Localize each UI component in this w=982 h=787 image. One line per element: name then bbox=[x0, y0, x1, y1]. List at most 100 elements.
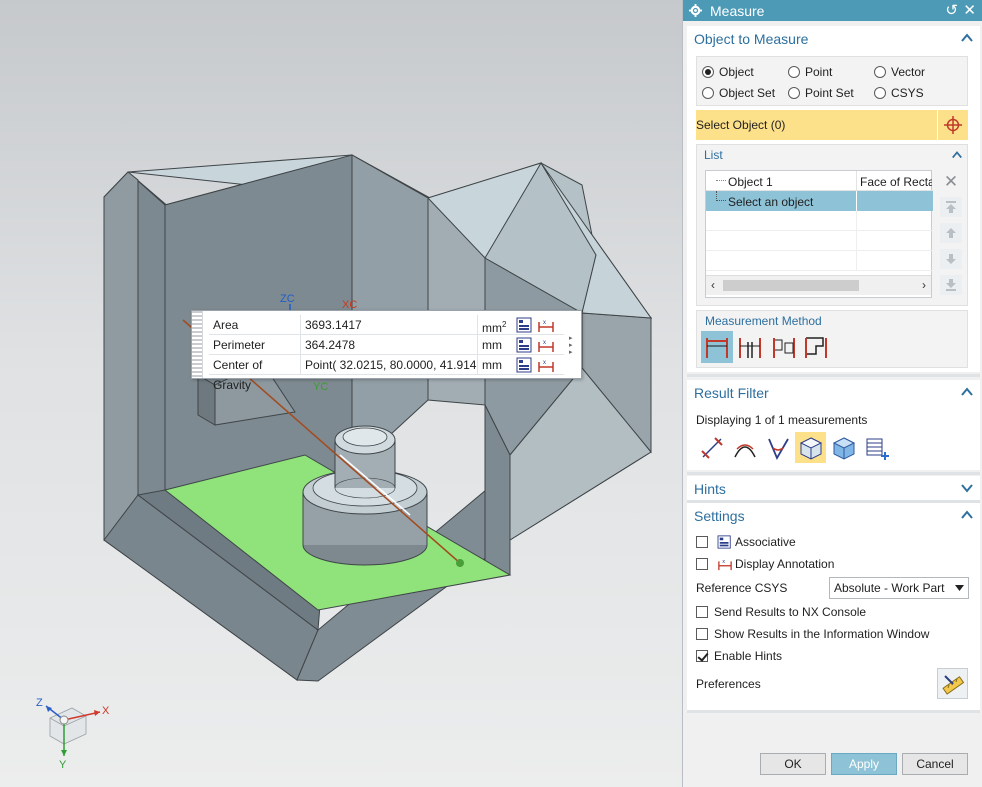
radio-label: Object bbox=[719, 65, 754, 79]
send-results-option[interactable]: Send Results to NX Console bbox=[696, 605, 866, 619]
method-min-clearance-button[interactable] bbox=[801, 332, 831, 362]
chevron-up-icon[interactable] bbox=[960, 31, 974, 45]
triad-y-label: Y bbox=[59, 759, 67, 770]
radio-button[interactable] bbox=[874, 87, 886, 99]
measurement-method-label: Measurement Method bbox=[705, 314, 822, 328]
hints-section: Hints bbox=[687, 476, 980, 500]
filter-area-button[interactable] bbox=[795, 432, 826, 463]
dialog-titlebar[interactable]: Measure ↺ ✕ bbox=[683, 0, 982, 21]
method-distance-button[interactable] bbox=[701, 331, 733, 363]
chevron-up-icon[interactable] bbox=[951, 149, 963, 161]
section-header-object-to-measure[interactable]: Object to Measure bbox=[687, 26, 980, 52]
move-to-top-button[interactable] bbox=[940, 197, 962, 217]
associative-checkbox[interactable] bbox=[696, 536, 708, 548]
method-screen-distance-button[interactable] bbox=[769, 332, 799, 362]
close-icon: ✕ bbox=[943, 172, 959, 191]
cancel-button[interactable]: Cancel bbox=[902, 753, 968, 775]
radio-object-set[interactable]: Object Set bbox=[702, 86, 775, 100]
horizontal-scrollbar[interactable]: ‹ › bbox=[706, 275, 931, 295]
filter-volume-button[interactable] bbox=[828, 432, 859, 463]
show-results-option[interactable]: Show Results in the Information Window bbox=[696, 627, 929, 641]
gear-icon[interactable] bbox=[689, 4, 702, 17]
select-object-row[interactable]: Select Object (0) bbox=[696, 110, 968, 140]
reset-icon[interactable]: ↺ bbox=[945, 2, 958, 19]
svg-text:x: x bbox=[543, 360, 546, 366]
radio-button[interactable] bbox=[874, 66, 886, 78]
svg-text:x: x bbox=[722, 559, 725, 565]
close-icon[interactable]: ✕ bbox=[963, 2, 976, 19]
send-results-checkbox[interactable] bbox=[696, 606, 708, 618]
distance-method-icon bbox=[706, 338, 728, 358]
radio-vector[interactable]: Vector bbox=[874, 65, 925, 79]
send-results-label: Send Results to NX Console bbox=[714, 605, 867, 619]
result-label: Perimeter bbox=[209, 335, 301, 354]
result-label: Center of Gravity bbox=[209, 355, 301, 392]
chevron-up-icon[interactable] bbox=[960, 385, 974, 399]
radio-button[interactable] bbox=[702, 87, 714, 99]
enable-hints-option[interactable]: Enable Hints bbox=[696, 649, 782, 663]
results-count-text: Displaying 1 of 1 measurements bbox=[696, 413, 868, 427]
graphics-viewport[interactable]: ZC XC YC Area 3693.1417 mm2 x Perimeter … bbox=[0, 0, 682, 787]
associative-option[interactable]: Associative bbox=[696, 535, 796, 549]
annotation-icon[interactable]: x bbox=[537, 357, 555, 373]
filter-add-table-button[interactable] bbox=[861, 432, 892, 463]
radio-csys[interactable]: CSYS bbox=[874, 86, 924, 100]
annotation-icon[interactable]: x bbox=[537, 317, 555, 333]
reference-csys-select[interactable]: Absolute - Work Part bbox=[829, 577, 969, 599]
associative-label: Associative bbox=[735, 535, 796, 549]
part-model[interactable]: ZC XC YC bbox=[0, 0, 682, 787]
popup-drag-grip[interactable] bbox=[192, 311, 203, 378]
copy-to-clipboard-icon[interactable] bbox=[516, 337, 534, 353]
list-item[interactable]: Object 1 Face of Recta bbox=[706, 171, 933, 191]
ok-button[interactable]: OK bbox=[760, 753, 826, 775]
scrollbar-thumb[interactable] bbox=[723, 280, 859, 291]
chevron-down-icon[interactable] bbox=[960, 481, 974, 495]
radio-button[interactable] bbox=[788, 66, 800, 78]
radio-point[interactable]: Point bbox=[788, 65, 832, 79]
move-down-button[interactable] bbox=[940, 249, 962, 269]
object-type-group: Object Point Vector Object Set Point Set… bbox=[696, 56, 968, 106]
show-results-checkbox[interactable] bbox=[696, 628, 708, 640]
preferences-button[interactable] bbox=[937, 668, 968, 699]
object-list[interactable]: Object 1 Face of Recta Select an object … bbox=[705, 170, 933, 298]
section-title: Hints bbox=[694, 481, 726, 497]
method-projected-distance-button[interactable] bbox=[735, 332, 765, 362]
copy-to-clipboard-icon[interactable] bbox=[516, 357, 534, 373]
section-header-hints[interactable]: Hints bbox=[687, 476, 980, 502]
popup-expand-arrows-icon[interactable]: ▸ ▸ ▸ bbox=[569, 335, 578, 356]
radio-object[interactable]: Object bbox=[702, 65, 754, 79]
copy-to-clipboard-icon[interactable] bbox=[516, 317, 534, 333]
apply-button[interactable]: Apply bbox=[831, 753, 897, 775]
section-title: Object to Measure bbox=[694, 31, 809, 47]
section-header-result-filter[interactable]: Result Filter bbox=[687, 380, 980, 406]
filter-arc-button[interactable] bbox=[729, 432, 760, 463]
filter-distance-button[interactable] bbox=[696, 432, 727, 463]
remove-button[interactable]: ✕ bbox=[940, 172, 962, 192]
measure-results-popup[interactable]: Area 3693.1417 mm2 x Perimeter 364.2478 … bbox=[191, 310, 582, 392]
list-item-type: Face of Recta bbox=[860, 175, 932, 189]
scroll-right-icon[interactable]: › bbox=[922, 278, 926, 292]
section-header-settings[interactable]: Settings bbox=[687, 503, 980, 529]
list-item-selected[interactable]: Select an object bbox=[706, 191, 933, 211]
chevron-up-icon[interactable] bbox=[960, 508, 974, 522]
display-annotation-option[interactable]: x Display Annotation bbox=[696, 557, 834, 571]
annotation-icon[interactable]: x bbox=[537, 337, 555, 353]
radio-point-set[interactable]: Point Set bbox=[788, 86, 854, 100]
result-row-center-of-gravity: Center of Gravity Point( 32.0215, 80.000… bbox=[209, 355, 564, 392]
display-annotation-checkbox[interactable] bbox=[696, 558, 708, 570]
measure-dialog: Measure ↺ ✕ Object to Measure Object Poi… bbox=[682, 0, 982, 787]
result-label: Area bbox=[209, 315, 301, 334]
svg-text:x: x bbox=[543, 320, 546, 326]
result-unit: mm bbox=[482, 338, 502, 352]
radio-button[interactable] bbox=[702, 66, 714, 78]
move-up-button[interactable] bbox=[940, 223, 962, 243]
enable-hints-checkbox[interactable] bbox=[696, 650, 708, 662]
select-object-button[interactable] bbox=[937, 110, 968, 140]
reference-csys-value: Absolute - Work Part bbox=[834, 581, 945, 595]
move-to-bottom-button[interactable] bbox=[940, 275, 962, 295]
ruler-pencil-icon bbox=[941, 674, 964, 695]
radio-button[interactable] bbox=[788, 87, 800, 99]
filter-angle-button[interactable] bbox=[762, 432, 793, 463]
scroll-left-icon[interactable]: ‹ bbox=[711, 278, 715, 292]
result-value: 3693.1417 bbox=[301, 315, 478, 334]
